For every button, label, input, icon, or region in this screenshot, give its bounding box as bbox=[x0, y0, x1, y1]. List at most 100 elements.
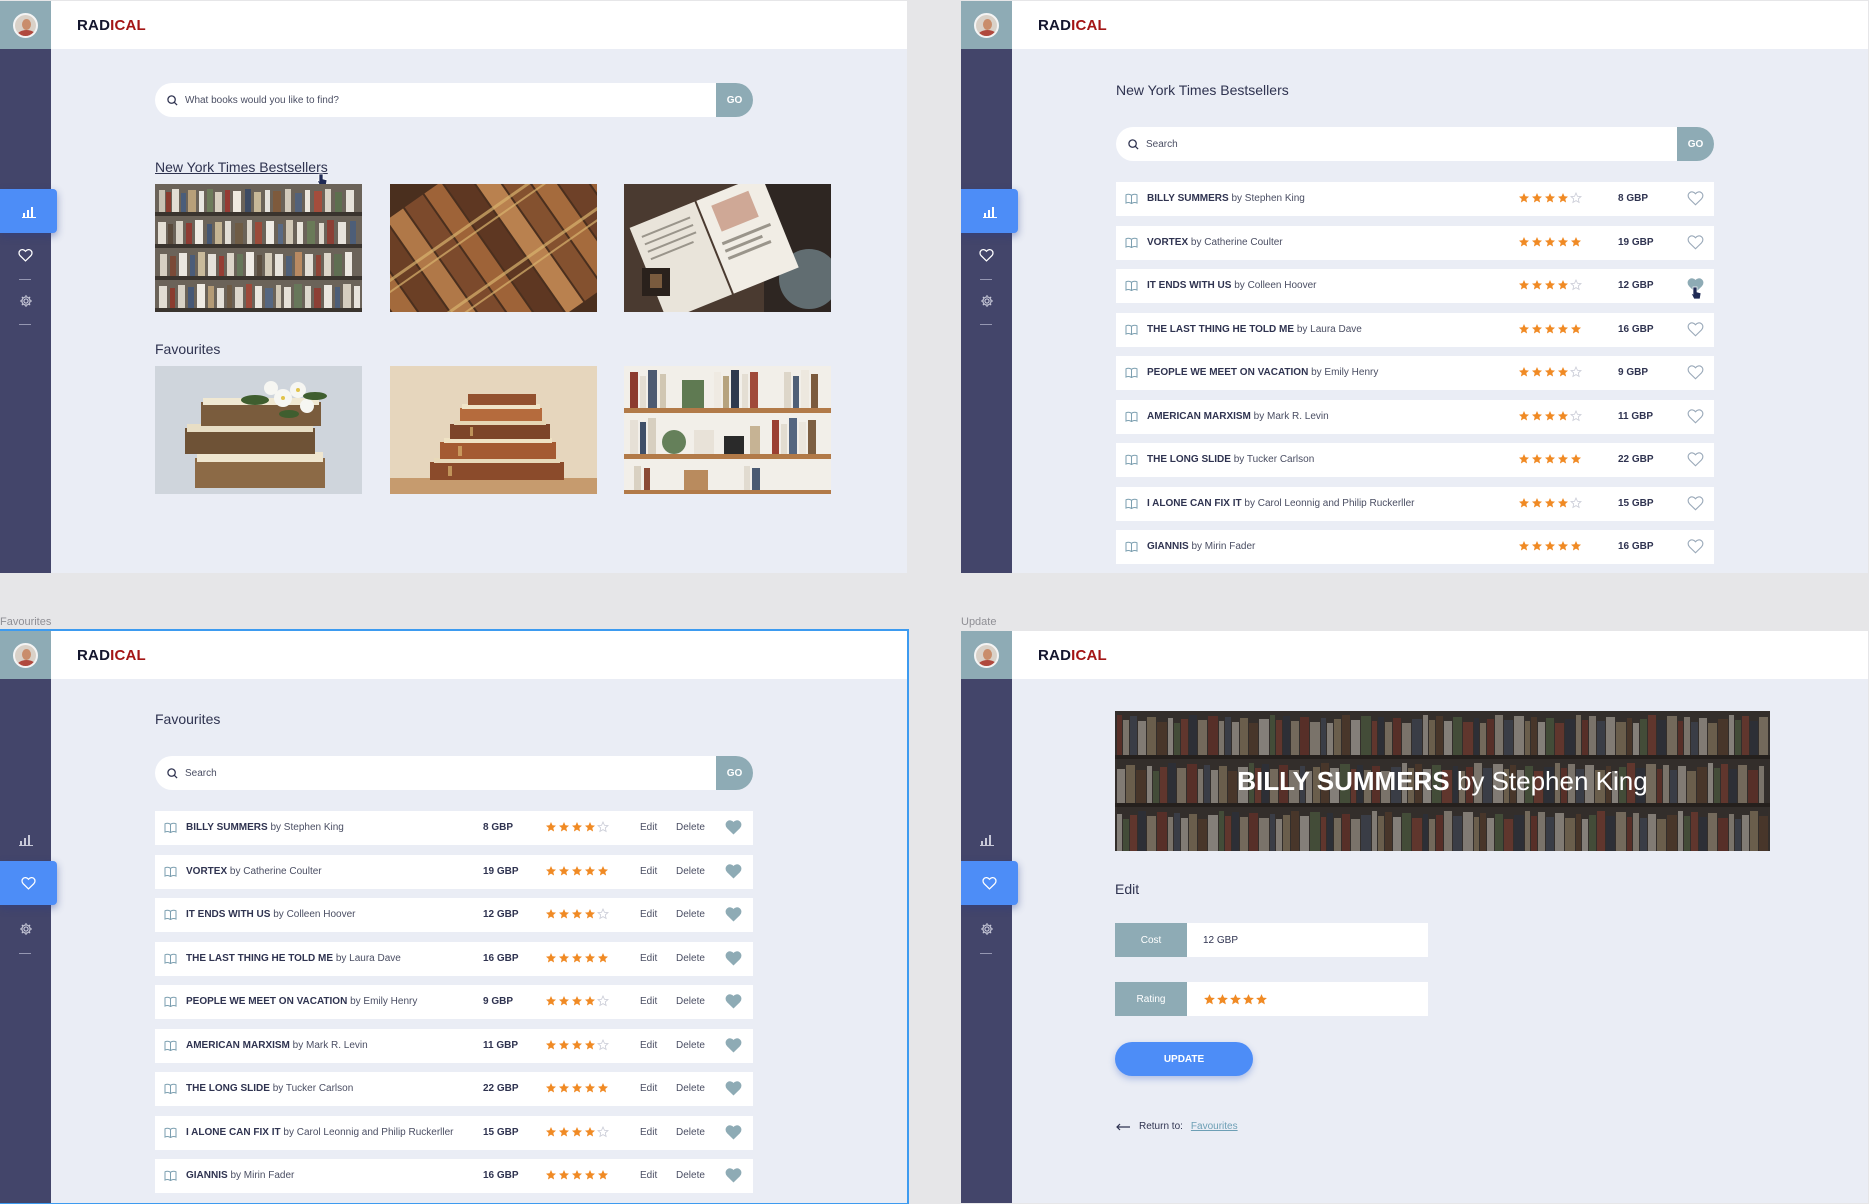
delete-link[interactable]: Delete bbox=[676, 953, 705, 964]
book-row[interactable]: PEOPLE WE MEET ON VACATION by Emily Henr… bbox=[1116, 356, 1714, 390]
avatar[interactable] bbox=[13, 13, 38, 38]
avatar-container[interactable] bbox=[0, 631, 51, 679]
search-input[interactable] bbox=[1146, 138, 1677, 150]
heart-outline-icon[interactable] bbox=[1687, 408, 1704, 424]
book-title[interactable]: I ALONE CAN FIX IT by Carol Leonnig and … bbox=[1147, 498, 1415, 509]
avatar[interactable] bbox=[13, 643, 38, 668]
book-row[interactable]: IT ENDS WITH US by Colleen Hoover 12 GBP bbox=[1116, 269, 1714, 303]
book-title[interactable]: BILLY SUMMERS by Stephen King bbox=[186, 822, 344, 833]
edit-link[interactable]: Edit bbox=[640, 1040, 657, 1051]
avatar-container[interactable] bbox=[961, 631, 1012, 679]
sidebar-item-settings[interactable] bbox=[961, 279, 1012, 323]
book-title[interactable]: GIANNIS by Mirin Fader bbox=[1147, 541, 1255, 552]
edit-link[interactable]: Edit bbox=[640, 822, 657, 833]
favourite-row[interactable]: PEOPLE WE MEET ON VACATION by Emily Henr… bbox=[155, 985, 753, 1019]
heart-filled-icon[interactable] bbox=[725, 950, 742, 966]
edit-link[interactable]: Edit bbox=[640, 996, 657, 1007]
book-row[interactable]: AMERICAN MARXISM by Mark R. Levin 11 GBP bbox=[1116, 399, 1714, 434]
book-title[interactable]: THE LAST THING HE TOLD ME by Laura Dave bbox=[1147, 324, 1362, 335]
heart-filled-icon[interactable] bbox=[725, 1037, 742, 1053]
heart-filled-icon[interactable] bbox=[725, 993, 742, 1009]
delete-link[interactable]: Delete bbox=[676, 866, 705, 877]
favourite-thumb-stack[interactable] bbox=[390, 366, 597, 494]
favourite-thumb-shelf-decor[interactable] bbox=[624, 366, 831, 494]
bestseller-thumb-open-book[interactable] bbox=[624, 184, 831, 312]
sidebar-item-settings[interactable] bbox=[0, 279, 51, 323]
heart-outline-icon[interactable] bbox=[1687, 451, 1704, 467]
sidebar-item-bestsellers[interactable] bbox=[961, 817, 1012, 861]
book-row[interactable]: THE LONG SLIDE by Tucker Carlson 22 GBP bbox=[1116, 443, 1714, 477]
book-row[interactable]: I ALONE CAN FIX IT by Carol Leonnig and … bbox=[1116, 486, 1714, 521]
book-title[interactable]: VORTEX by Catherine Coulter bbox=[186, 866, 322, 877]
edit-link[interactable]: Edit bbox=[640, 909, 657, 920]
favourite-row[interactable]: GIANNIS by Mirin Fader 16 GBP Edit Delet… bbox=[155, 1159, 753, 1193]
book-row[interactable]: VORTEX by Catherine Coulter 19 GBP bbox=[1116, 225, 1714, 260]
heart-filled-icon[interactable] bbox=[725, 906, 742, 922]
go-button[interactable]: GO bbox=[716, 756, 753, 790]
avatar[interactable] bbox=[974, 13, 999, 38]
go-button[interactable]: GO bbox=[716, 83, 753, 117]
search-input[interactable] bbox=[185, 94, 716, 106]
book-title[interactable]: THE LONG SLIDE by Tucker Carlson bbox=[1147, 454, 1314, 465]
favourite-thumb-flowers[interactable] bbox=[155, 366, 362, 494]
return-favourites-link[interactable]: Favourites bbox=[1191, 1121, 1238, 1132]
book-title[interactable]: I ALONE CAN FIX IT by Carol Leonnig and … bbox=[186, 1127, 454, 1138]
edit-link[interactable]: Edit bbox=[640, 1170, 657, 1181]
book-title[interactable]: IT ENDS WITH US by Colleen Hoover bbox=[186, 909, 356, 920]
logo[interactable]: RADICAL bbox=[1038, 647, 1107, 664]
sidebar-item-settings[interactable] bbox=[0, 907, 51, 951]
delete-link[interactable]: Delete bbox=[676, 909, 705, 920]
book-title[interactable]: AMERICAN MARXISM by Mark R. Levin bbox=[1147, 411, 1329, 422]
edit-link[interactable]: Edit bbox=[640, 866, 657, 877]
heart-outline-icon[interactable] bbox=[1687, 495, 1704, 511]
avatar[interactable] bbox=[974, 643, 999, 668]
logo[interactable]: RADICAL bbox=[77, 17, 146, 34]
delete-link[interactable]: Delete bbox=[676, 1040, 705, 1051]
search-input[interactable] bbox=[185, 767, 716, 779]
sidebar-item-bestsellers[interactable] bbox=[961, 189, 1018, 233]
book-row[interactable]: GIANNIS by Mirin Fader 16 GBP bbox=[1116, 530, 1714, 564]
favourite-row[interactable]: VORTEX by Catherine Coulter 19 GBP Edit … bbox=[155, 854, 753, 889]
heart-filled-icon[interactable] bbox=[725, 1080, 742, 1096]
heart-outline-icon[interactable] bbox=[1687, 234, 1704, 250]
book-title[interactable]: PEOPLE WE MEET ON VACATION by Emily Henr… bbox=[1147, 367, 1378, 378]
bestseller-thumb-leather[interactable] bbox=[390, 184, 597, 312]
delete-link[interactable]: Delete bbox=[676, 1170, 705, 1181]
book-row[interactable]: BILLY SUMMERS by Stephen King 8 GBP bbox=[1116, 182, 1714, 216]
edit-link[interactable]: Edit bbox=[640, 953, 657, 964]
avatar-container[interactable] bbox=[961, 1, 1012, 49]
heart-filled-icon[interactable] bbox=[725, 1167, 742, 1183]
book-title[interactable]: VORTEX by Catherine Coulter bbox=[1147, 237, 1283, 248]
sidebar-item-favourites[interactable] bbox=[961, 861, 1018, 905]
book-title[interactable]: GIANNIS by Mirin Fader bbox=[186, 1170, 294, 1181]
delete-link[interactable]: Delete bbox=[676, 1127, 705, 1138]
book-title[interactable]: IT ENDS WITH US by Colleen Hoover bbox=[1147, 280, 1317, 291]
favourite-row[interactable]: I ALONE CAN FIX IT by Carol Leonnig and … bbox=[155, 1115, 753, 1150]
go-button[interactable]: GO bbox=[1677, 127, 1714, 161]
rating-input[interactable] bbox=[1187, 982, 1428, 1016]
edit-link[interactable]: Edit bbox=[640, 1127, 657, 1138]
book-title[interactable]: PEOPLE WE MEET ON VACATION by Emily Henr… bbox=[186, 996, 417, 1007]
heart-outline-icon[interactable] bbox=[1687, 364, 1704, 380]
favourite-row[interactable]: BILLY SUMMERS by Stephen King 8 GBP Edit… bbox=[155, 811, 753, 845]
delete-link[interactable]: Delete bbox=[676, 996, 705, 1007]
cost-input[interactable]: 12 GBP bbox=[1187, 923, 1428, 957]
heart-outline-icon[interactable] bbox=[1687, 538, 1704, 554]
bestsellers-heading-link[interactable]: New York Times Bestsellers bbox=[155, 159, 328, 175]
heart-filled-icon[interactable] bbox=[725, 819, 742, 835]
sidebar-item-settings[interactable] bbox=[961, 907, 1012, 951]
bestseller-thumb-shelf[interactable] bbox=[155, 184, 362, 312]
book-title[interactable]: BILLY SUMMERS by Stephen King bbox=[1147, 193, 1305, 204]
sidebar-item-favourites[interactable] bbox=[0, 233, 51, 277]
sidebar-item-favourites[interactable] bbox=[961, 233, 1012, 277]
sidebar-item-favourites[interactable] bbox=[0, 861, 57, 905]
book-row[interactable]: THE LAST THING HE TOLD ME by Laura Dave … bbox=[1116, 312, 1714, 347]
update-button[interactable]: UPDATE bbox=[1115, 1042, 1253, 1076]
heart-outline-icon[interactable] bbox=[1687, 321, 1704, 337]
sidebar-item-bestsellers[interactable] bbox=[0, 189, 57, 233]
favourite-row[interactable]: AMERICAN MARXISM by Mark R. Levin 11 GBP… bbox=[155, 1028, 753, 1063]
avatar-container[interactable] bbox=[0, 1, 51, 49]
delete-link[interactable]: Delete bbox=[676, 822, 705, 833]
heart-outline-icon[interactable] bbox=[1687, 190, 1704, 206]
favourite-row[interactable]: THE LONG SLIDE by Tucker Carlson 22 GBP … bbox=[155, 1072, 753, 1106]
